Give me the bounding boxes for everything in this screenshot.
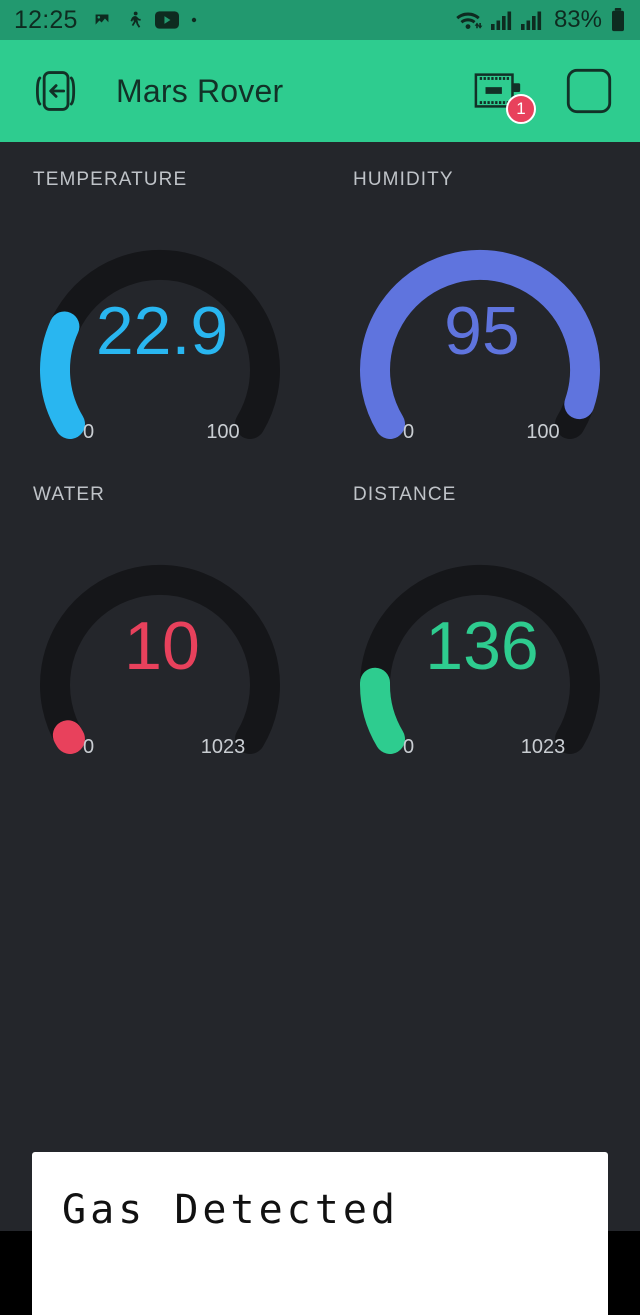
overflow-square-button[interactable]	[560, 62, 618, 120]
signal-bars-icon	[490, 11, 512, 30]
person-running-icon	[130, 11, 141, 28]
gauge-grid: TEMPERATURE 22.9 0 100 HUMIDITY 95 0 100…	[0, 142, 640, 772]
signal-bars-2-icon	[520, 11, 542, 30]
gauge-min-humidity: 0	[403, 421, 414, 443]
rounded-square-icon	[566, 68, 612, 114]
status-bar-notification-icons	[91, 9, 198, 31]
gauge-card-humidity[interactable]: HUMIDITY 95 0 100	[320, 142, 640, 457]
gauge-value-humidity: 95	[444, 293, 520, 369]
microcontroller-connect-button[interactable]: 1	[470, 62, 536, 124]
status-bar-clock: 12:25	[14, 5, 78, 34]
gauge-card-water[interactable]: WATER 10 0 1023	[0, 457, 320, 772]
gauge-card-temperature[interactable]: TEMPERATURE 22.9 0 100	[0, 142, 320, 457]
gauge-min-water: 0	[83, 736, 94, 758]
youtube-icon	[154, 11, 179, 29]
gauge-title-water: WATER	[33, 484, 105, 505]
wifi-icon	[456, 12, 483, 29]
gauge-water: 10 0 1023	[0, 509, 320, 779]
gauge-max-water: 1023	[201, 736, 246, 758]
gauge-value-water: 10	[124, 608, 200, 684]
gauge-title-temperature: TEMPERATURE	[33, 169, 188, 190]
dot-icon	[191, 17, 196, 23]
page-title: Mars Rover	[116, 72, 284, 109]
status-bar-system-icons: 83%	[454, 6, 626, 34]
dashboard-content: TEMPERATURE 22.9 0 100 HUMIDITY 95 0 100…	[0, 142, 640, 1315]
app-bar-actions: 1	[470, 62, 618, 124]
gauge-value-distance: 136	[425, 608, 538, 684]
gauge-distance: 136 0 1023	[320, 509, 640, 779]
app-bar: Mars Rover 1	[0, 40, 640, 142]
gauge-max-temperature: 100	[206, 421, 239, 443]
gauge-title-humidity: HUMIDITY	[353, 169, 454, 190]
gauge-humidity: 95 0 100	[320, 194, 640, 464]
gauge-min-distance: 0	[403, 736, 414, 758]
message-box[interactable]: Gas Detected	[32, 1152, 608, 1315]
gauge-temperature: 22.9 0 100	[0, 194, 320, 464]
gauge-card-distance[interactable]: DISTANCE 136 0 1023	[320, 457, 640, 772]
gauge-min-temperature: 0	[83, 421, 94, 443]
battery-icon	[612, 8, 624, 32]
exit-left-arrow-icon	[35, 71, 76, 111]
message-text: Gas Detected	[62, 1187, 399, 1233]
board-notification-badge: 1	[506, 94, 536, 124]
gauge-value-temperature: 22.9	[96, 293, 228, 369]
gauge-max-distance: 1023	[521, 736, 566, 758]
gauge-max-humidity: 100	[526, 421, 559, 443]
app-root: 12:25 83% Mars Rover 1 TEMPERATURE 22.9 …	[0, 0, 640, 1315]
gallery-icon	[93, 12, 110, 28]
gauge-title-distance: DISTANCE	[353, 484, 457, 505]
back-exit-button[interactable]	[26, 62, 84, 120]
battery-percent-label: 83%	[553, 6, 602, 33]
status-bar: 12:25 83%	[0, 0, 640, 40]
